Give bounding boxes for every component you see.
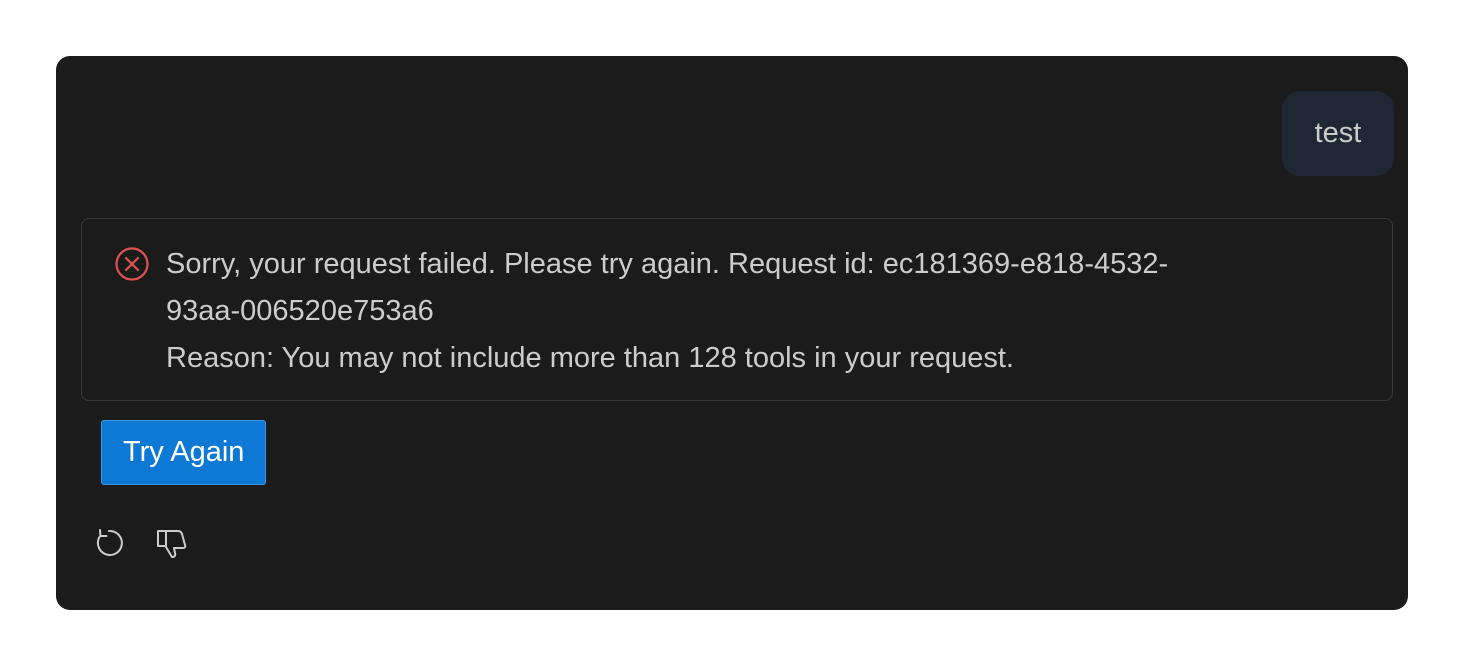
- thumbs-down-icon: [153, 525, 189, 566]
- dislike-button[interactable]: [152, 526, 190, 564]
- error-text: Sorry, your request failed. Please try a…: [166, 241, 1346, 382]
- error-line-1: Sorry, your request failed. Please try a…: [166, 248, 1169, 280]
- error-circle-icon: [114, 246, 150, 282]
- refresh-icon: [92, 526, 126, 565]
- error-reason: Reason: You may not include more than 12…: [166, 342, 1014, 374]
- retry-button[interactable]: [90, 526, 128, 564]
- error-message-box: Sorry, your request failed. Please try a…: [81, 218, 1393, 401]
- error-line-2: 93aa-006520e753a6: [166, 295, 434, 327]
- user-message-bubble: test: [1282, 91, 1394, 176]
- response-actions: [90, 526, 190, 564]
- chat-panel: test Sorry, your request failed. Please …: [56, 56, 1408, 610]
- user-message-text: test: [1314, 117, 1362, 149]
- try-again-button[interactable]: Try Again: [101, 420, 267, 485]
